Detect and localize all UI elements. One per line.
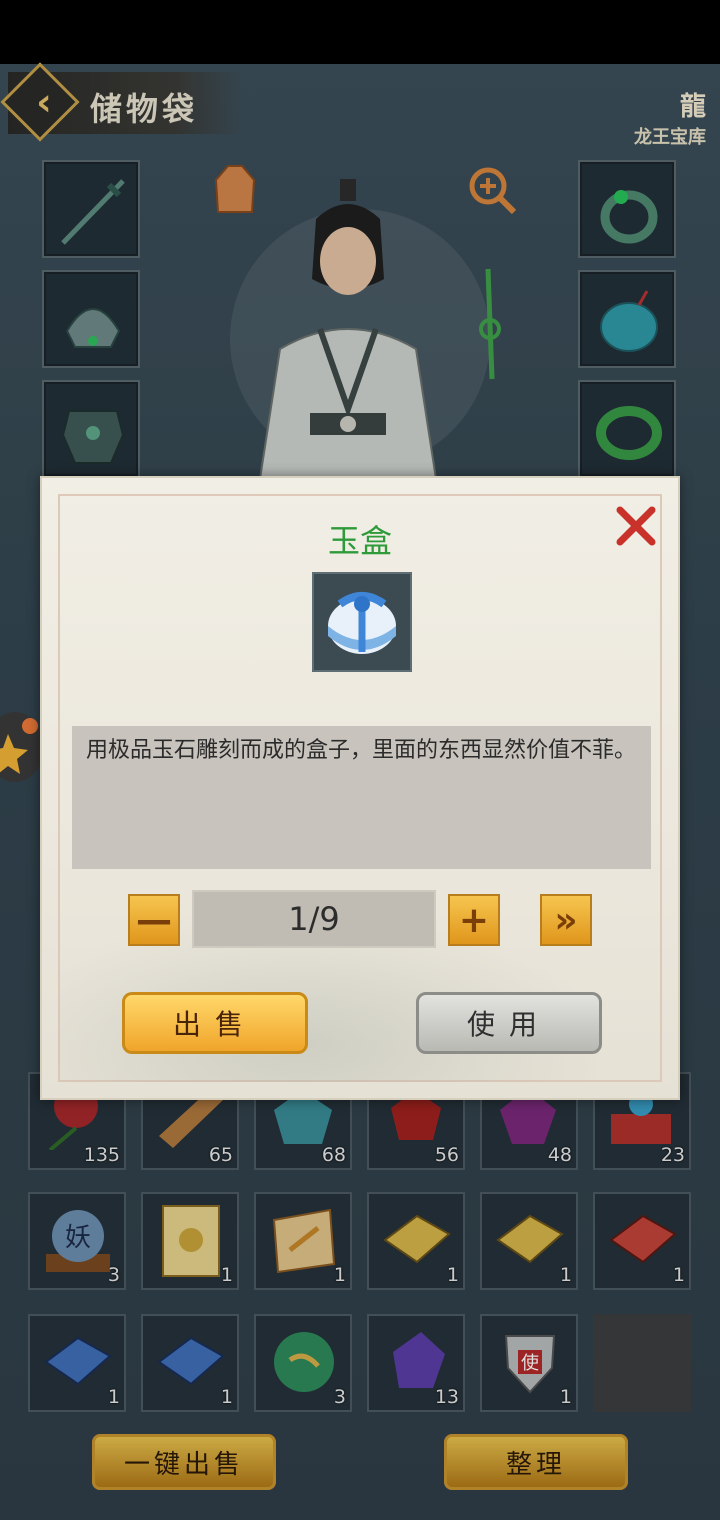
item-detail-dialog: 玉盒 用极品玉石雕刻而成的盒子，里面的东西显然价值不菲。 — 1/9 + » 出…: [40, 476, 680, 1100]
increase-quantity-button[interactable]: +: [448, 894, 500, 946]
plus-icon: +: [458, 899, 490, 941]
item-description-box: 用极品玉石雕刻而成的盒子，里面的东西显然价值不菲。: [72, 726, 651, 869]
use-button[interactable]: 使用: [416, 992, 602, 1054]
item-icon-frame: [312, 572, 412, 672]
item-name: 玉盒: [327, 522, 392, 560]
item-description: 用极品玉石雕刻而成的盒子，里面的东西显然价值不菲。: [86, 738, 637, 763]
minus-icon: —: [136, 899, 172, 941]
max-quantity-button[interactable]: »: [540, 894, 592, 946]
close-icon[interactable]: [614, 504, 658, 548]
decrease-quantity-button[interactable]: —: [128, 894, 180, 946]
jade-box-icon: [328, 592, 396, 654]
quantity-display: 1/9: [192, 890, 436, 948]
double-chevron-icon: »: [554, 899, 578, 941]
sell-button[interactable]: 出售: [122, 992, 308, 1054]
